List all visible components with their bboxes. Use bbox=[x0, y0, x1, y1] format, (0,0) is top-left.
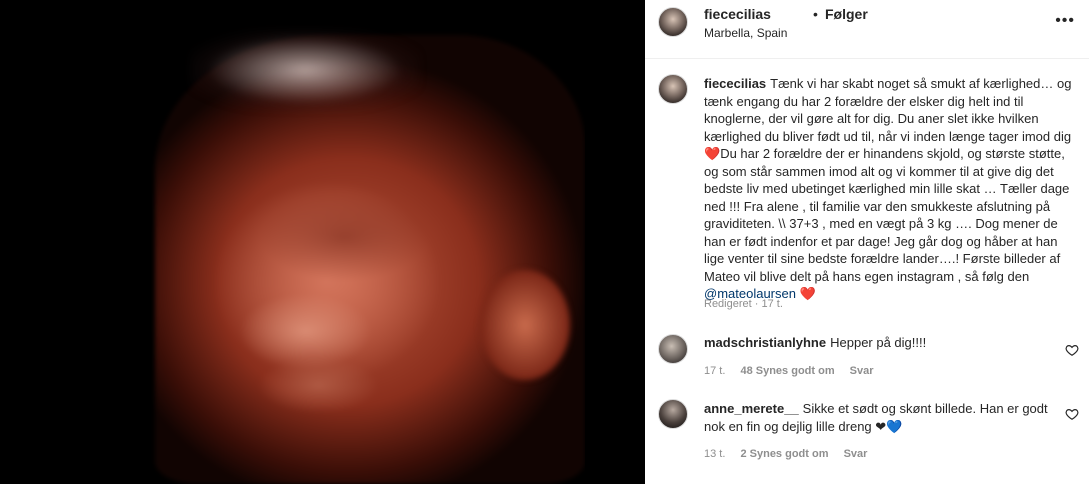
ultrasound-hand bbox=[480, 270, 570, 380]
header-username[interactable]: fiececilias bbox=[704, 6, 771, 22]
comment-time[interactable]: 13 t. bbox=[704, 448, 725, 460]
caption: fiececilias Tænk vi har skabt noget så sm… bbox=[704, 75, 1074, 303]
comment-avatar[interactable] bbox=[658, 399, 688, 429]
comment-username[interactable]: madschristianlyhne bbox=[704, 335, 826, 350]
comment-likes[interactable]: 48 Synes godt om bbox=[740, 365, 834, 377]
comment-time[interactable]: 17 t. bbox=[704, 365, 725, 377]
ultrasound-highlight bbox=[190, 30, 420, 110]
heart-outline-icon[interactable] bbox=[1065, 407, 1079, 421]
comment-text: madschristianlyhne Hepper på dig!!!! bbox=[704, 334, 1054, 352]
more-options-icon[interactable]: ••• bbox=[1055, 12, 1075, 30]
post-image[interactable] bbox=[0, 0, 645, 484]
caption-avatar[interactable] bbox=[658, 74, 688, 104]
heart-emoji: ❤️ bbox=[799, 286, 816, 301]
caption-text-2: Du har 2 forældre der er hinandens skjol… bbox=[704, 146, 1070, 284]
location-link[interactable]: Marbella, Spain bbox=[704, 26, 787, 40]
following-button[interactable]: Følger bbox=[825, 6, 868, 22]
comment-body: Hepper på dig!!!! bbox=[830, 335, 927, 350]
post-details-panel: fiececilias • Følger Marbella, Spain •••… bbox=[645, 0, 1089, 484]
image-border bbox=[585, 0, 645, 484]
comment-likes[interactable]: 2 Synes godt om bbox=[740, 448, 828, 460]
heart-outline-icon[interactable] bbox=[1065, 343, 1079, 357]
comment-meta: 13 t. 2 Synes godt om Svar bbox=[704, 448, 879, 460]
comment-meta: 17 t. 48 Synes godt om Svar bbox=[704, 365, 886, 377]
avatar[interactable] bbox=[658, 7, 688, 37]
comment-text: anne_merete__ Sikke et sødt og skønt bill… bbox=[704, 400, 1054, 435]
reply-button[interactable]: Svar bbox=[844, 448, 868, 460]
comment-username[interactable]: anne_merete__ bbox=[704, 401, 799, 416]
caption-username[interactable]: fiececilias bbox=[704, 76, 766, 91]
comment-avatar[interactable] bbox=[658, 334, 688, 364]
header-separator: • bbox=[813, 6, 818, 22]
reply-button[interactable]: Svar bbox=[850, 365, 874, 377]
caption-meta: Redigeret · 17 t. bbox=[704, 298, 783, 310]
post-header: fiececilias • Følger Marbella, Spain ••• bbox=[645, 0, 1089, 59]
heart-emoji: ❤️ bbox=[704, 146, 721, 161]
